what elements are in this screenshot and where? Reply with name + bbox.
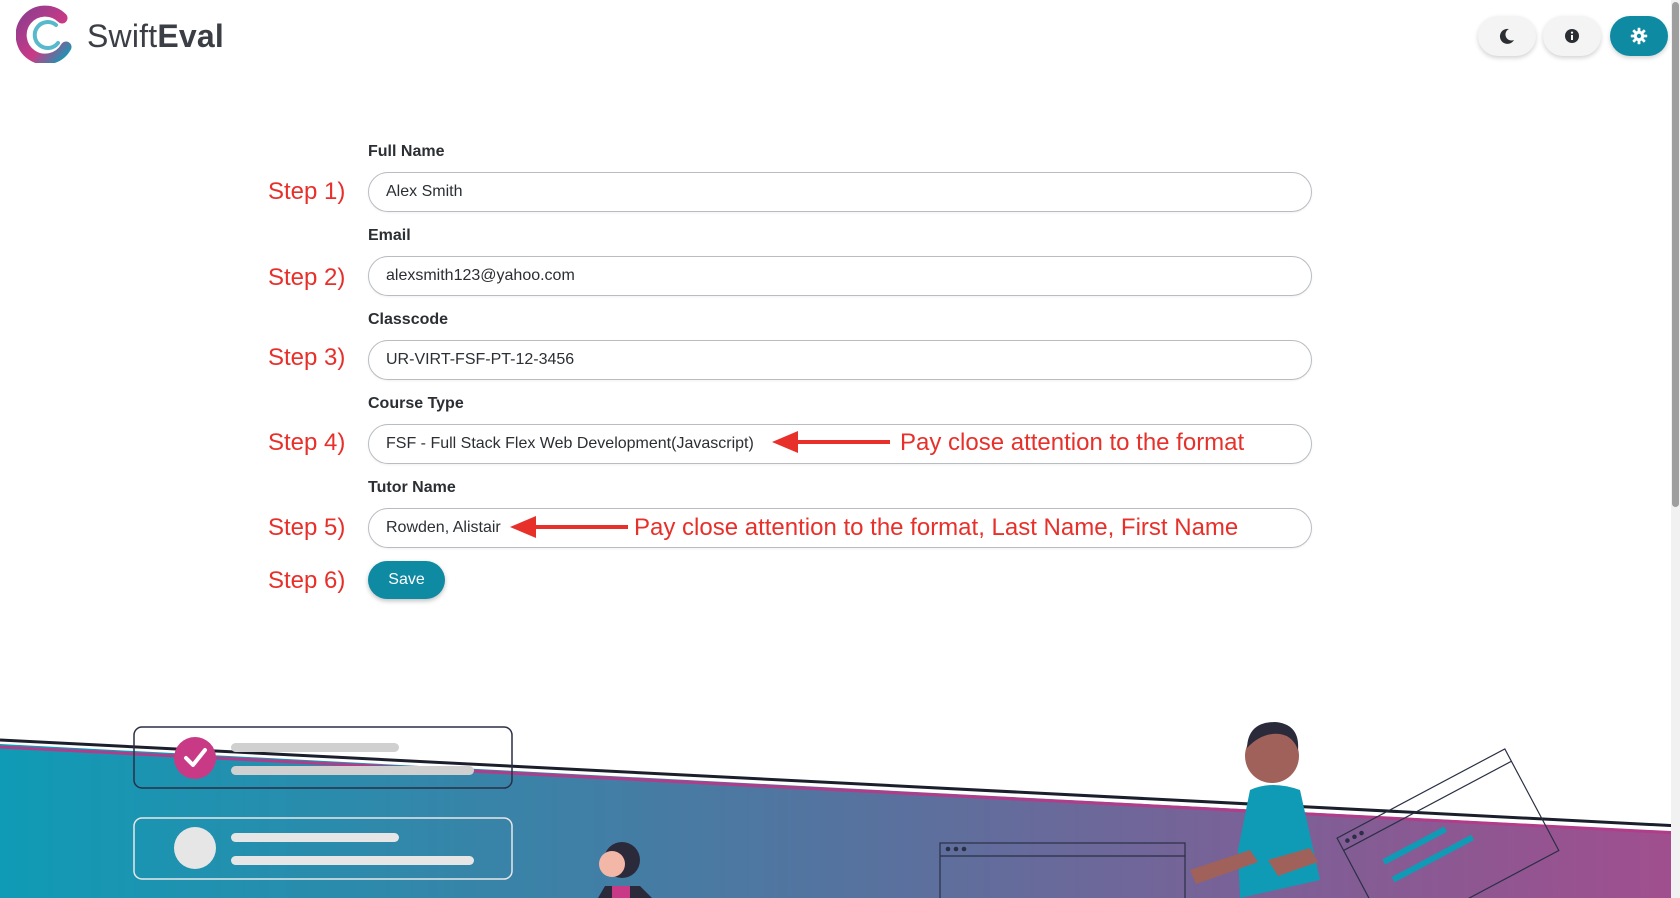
full-name-label: Full Name: [368, 143, 445, 160]
step-5-label: Step 5): [268, 514, 346, 541]
course-type-label: Course Type: [368, 395, 464, 412]
save-button[interactable]: Save: [368, 561, 445, 599]
email-label: Email: [368, 227, 411, 244]
course-type-note: Pay close attention to the format: [900, 429, 1245, 456]
course-type-arrow-icon: [772, 431, 890, 453]
full-name-input[interactable]: [368, 172, 1312, 212]
classcode-input[interactable]: [368, 340, 1312, 380]
dark-mode-button[interactable]: [1478, 16, 1536, 56]
swifteval-logo-icon: [16, 5, 72, 63]
scrollbar-thumb[interactable]: [1672, 2, 1679, 507]
brand-name: SwiftEval: [87, 18, 224, 54]
step-2-label: Step 2): [268, 264, 346, 291]
classcode-label: Classcode: [368, 311, 449, 328]
tutor-name-label: Tutor Name: [368, 479, 456, 496]
settings-button[interactable]: [1610, 16, 1668, 56]
step-6-label: Step 6): [268, 567, 346, 594]
step-1-label: Step 1): [268, 178, 346, 205]
info-icon: [1565, 29, 1579, 43]
tutor-name-arrow-icon: [510, 516, 628, 538]
info-button[interactable]: [1543, 16, 1601, 56]
step-3-label: Step 3): [268, 344, 346, 371]
email-input[interactable]: [368, 256, 1312, 296]
gear-icon: [1630, 27, 1648, 45]
step-4-label: Step 4): [268, 429, 346, 456]
moon-icon: [1499, 28, 1514, 44]
tutor-name-note: Pay close attention to the format, Last …: [634, 514, 1239, 541]
